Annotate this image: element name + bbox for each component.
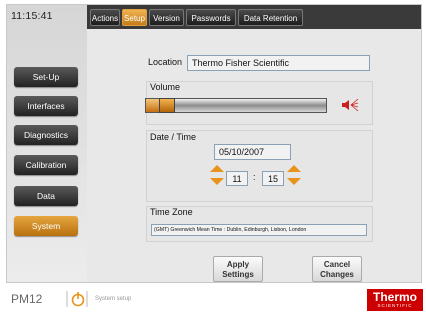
- thermo-logo: Thermo SCIENTIFIC: [367, 289, 423, 311]
- setup-panel: Location Thermo Fisher Scientific Volume…: [87, 29, 421, 282]
- tab-data-retention[interactable]: Data Retention: [238, 9, 303, 26]
- minute-down-arrow-icon[interactable]: [287, 178, 301, 185]
- timezone-select[interactable]: (GMT) Greenwich Mean Time : Dublin, Edin…: [151, 224, 367, 236]
- nav-interfaces-button[interactable]: Interfaces: [14, 96, 78, 116]
- instrument-screen: 11:15:41 Set-Up Interfaces Diagnostics C…: [6, 4, 422, 283]
- date-field[interactable]: 05/10/2007: [214, 144, 291, 160]
- volume-label: Volume: [150, 82, 181, 92]
- footer: PM12 System setup Thermo SCIENTIFIC: [0, 286, 426, 313]
- clock: 11:15:41: [11, 10, 53, 22]
- time-separator: :: [253, 172, 256, 182]
- apply-settings-line1: Apply: [226, 260, 250, 269]
- logo-sub: SCIENTIFIC: [377, 303, 413, 308]
- hour-down-arrow-icon[interactable]: [210, 178, 224, 185]
- cancel-changes-line1: Cancel: [323, 260, 351, 269]
- tab-bar: Actions Setup Version Passwords Data Ret…: [87, 5, 421, 29]
- nav-data-button[interactable]: Data: [14, 186, 78, 206]
- volume-slider-thumb[interactable]: [159, 98, 175, 113]
- datetime-label: Date / Time: [150, 132, 197, 142]
- hour-up-arrow-icon[interactable]: [210, 165, 224, 172]
- minute-up-arrow-icon[interactable]: [287, 165, 301, 172]
- volume-slider[interactable]: [145, 98, 327, 113]
- nav-calibration-button[interactable]: Calibration: [14, 155, 78, 175]
- power-icon[interactable]: [66, 290, 88, 308]
- cancel-changes-line2: Changes: [320, 270, 354, 279]
- tab-passwords[interactable]: Passwords: [186, 9, 236, 26]
- speaker-icon[interactable]: [341, 98, 359, 112]
- tab-actions[interactable]: Actions: [90, 9, 120, 26]
- model-label: PM12: [11, 292, 43, 306]
- logo-name: Thermo: [372, 290, 417, 304]
- apply-settings-button[interactable]: Apply Settings: [213, 256, 263, 282]
- hour-field[interactable]: 11: [226, 171, 248, 186]
- tab-version[interactable]: Version: [149, 9, 184, 26]
- nav-diagnostics-button[interactable]: Diagnostics: [14, 125, 78, 145]
- location-label: Location: [148, 57, 183, 67]
- tab-setup[interactable]: Setup: [122, 9, 147, 26]
- nav-system-button[interactable]: System: [14, 216, 78, 236]
- apply-settings-line2: Settings: [222, 270, 254, 279]
- minute-field[interactable]: 15: [262, 171, 284, 186]
- cancel-changes-button[interactable]: Cancel Changes: [312, 256, 362, 282]
- nav-setup-button[interactable]: Set-Up: [14, 67, 78, 87]
- location-field[interactable]: Thermo Fisher Scientific: [187, 55, 370, 71]
- left-nav-panel: 11:15:41 Set-Up Interfaces Diagnostics C…: [7, 5, 87, 282]
- status-text: System setup: [95, 296, 132, 302]
- timezone-label: Time Zone: [150, 207, 193, 217]
